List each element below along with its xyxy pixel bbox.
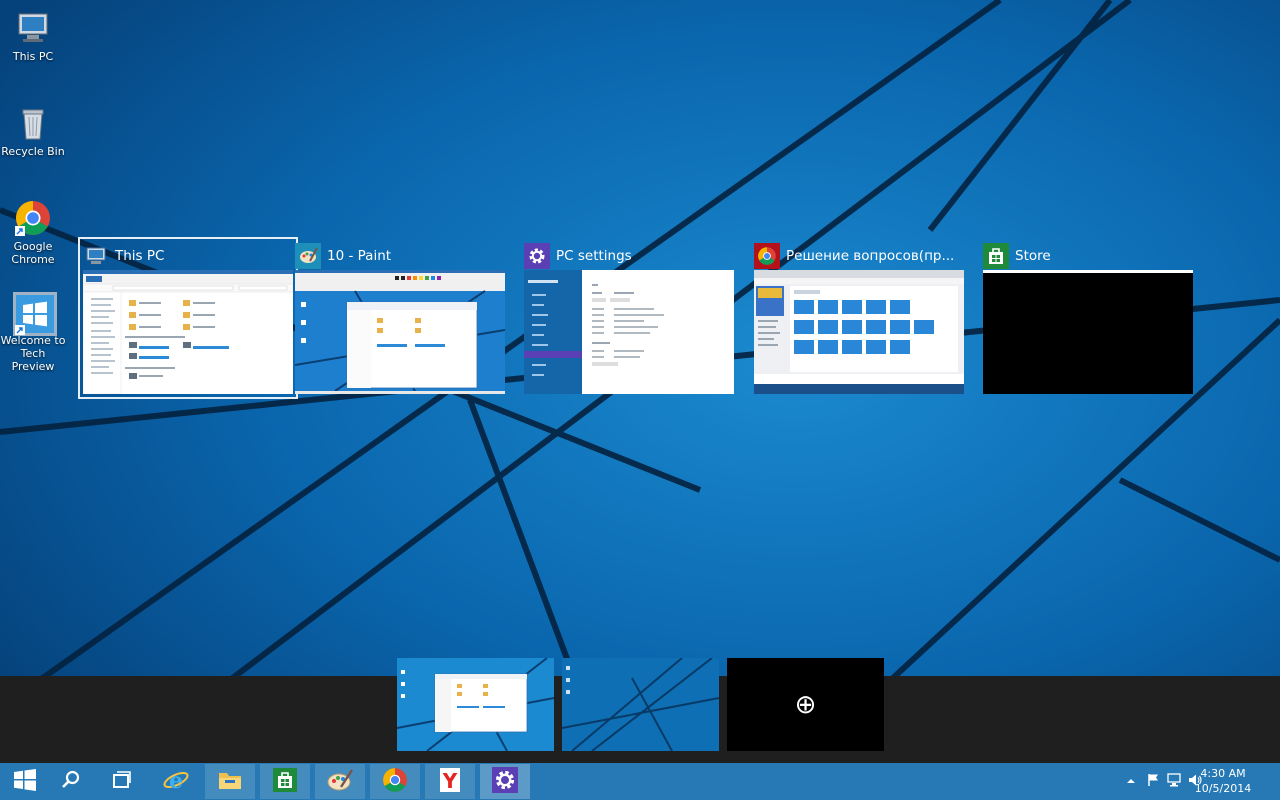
taskbar-internet-explorer[interactable]: e	[151, 764, 201, 799]
window-thumbnail	[524, 270, 734, 394]
taskbar-paint[interactable]	[315, 764, 365, 799]
clock-date: 10/5/2014	[1194, 782, 1252, 795]
plus-icon: ⊕	[794, 689, 817, 720]
start-button[interactable]	[0, 764, 50, 799]
windows-logo-icon	[13, 292, 57, 336]
search-button[interactable]	[46, 764, 96, 799]
taskbar-store[interactable]	[260, 764, 310, 799]
paint-icon	[295, 243, 321, 269]
clock-time: 4:30 AM	[1200, 767, 1246, 780]
desktop-icon-label: Welcome to Tech Preview	[0, 334, 66, 373]
window-thumbnail	[83, 270, 293, 394]
taskbar-file-explorer[interactable]	[205, 764, 255, 799]
task-window-title: Store	[1015, 248, 1051, 264]
search-icon	[60, 769, 82, 795]
virtual-desktop-2[interactable]	[562, 658, 719, 751]
desktop-icon-recycle-bin[interactable]: Recycle Bin	[0, 103, 66, 158]
taskbar-chrome[interactable]	[370, 764, 420, 799]
desktop-icon-label: Google Chrome	[11, 240, 55, 266]
task-window-this-pc[interactable]: This PC	[78, 237, 298, 399]
task-view-button[interactable]	[96, 764, 146, 799]
task-window-title: PC settings	[556, 248, 632, 264]
store-icon	[272, 767, 298, 797]
chrome-icon	[13, 198, 53, 238]
file-explorer-icon	[217, 768, 243, 796]
task-window-header: PC settings	[524, 242, 734, 270]
svg-text:e: e	[169, 768, 183, 794]
task-window-header: Store	[983, 242, 1193, 270]
clock[interactable]: 4:30 AM 10/5/2014	[1188, 766, 1258, 796]
window-thumbnail	[983, 270, 1193, 394]
desktop-icon-label: Recycle Bin	[1, 145, 65, 158]
window-thumbnail	[295, 270, 505, 394]
gear-icon	[491, 766, 519, 798]
task-window-header: This PC	[83, 242, 293, 270]
this-pc-icon	[13, 8, 53, 48]
desktop-icon-label: This PC	[12, 50, 54, 63]
store-icon	[983, 243, 1009, 269]
yandex-icon: Y	[437, 766, 463, 798]
desktop-icon-welcome-tech-preview[interactable]: Welcome to Tech Preview	[0, 292, 66, 373]
this-pc-icon	[83, 243, 109, 269]
action-center-button[interactable]	[1146, 772, 1160, 790]
chrome-icon	[754, 243, 780, 269]
virtual-desktop-1[interactable]	[397, 658, 554, 751]
desktop-icon-this-pc[interactable]: This PC	[0, 8, 66, 63]
task-window-paint[interactable]: 10 - Paint	[295, 242, 505, 394]
start-icon	[13, 768, 37, 796]
network-button[interactable]	[1167, 772, 1181, 790]
task-window-header: 10 - Paint	[295, 242, 505, 270]
paint-icon	[326, 767, 354, 797]
show-hidden-icons-button[interactable]	[1124, 772, 1138, 790]
window-thumbnail	[754, 270, 964, 394]
recycle-bin-icon	[13, 103, 53, 143]
task-window-store[interactable]: Store	[983, 242, 1193, 394]
task-view-icon	[110, 769, 132, 795]
taskbar-pc-settings[interactable]	[480, 764, 530, 799]
chrome-icon	[381, 766, 409, 798]
task-window-title: 10 - Paint	[327, 248, 392, 264]
network-icon	[1167, 772, 1181, 790]
flag-icon	[1147, 773, 1160, 790]
task-window-chrome[interactable]: Решение вопросов(пр...	[754, 242, 964, 394]
taskbar-yandex[interactable]: Y	[425, 764, 475, 799]
svg-text:Y: Y	[442, 769, 458, 793]
task-window-pc-settings[interactable]: PC settings	[524, 242, 734, 394]
internet-explorer-icon: e	[162, 766, 190, 798]
task-window-title: This PC	[115, 248, 165, 264]
chevron-up-icon	[1126, 775, 1136, 788]
add-desktop-button[interactable]: ⊕	[727, 658, 884, 751]
task-window-header: Решение вопросов(пр...	[754, 242, 964, 270]
task-window-title: Решение вопросов(пр...	[786, 248, 955, 264]
desktop-icon-google-chrome[interactable]: Google Chrome	[0, 198, 66, 266]
gear-icon	[524, 243, 550, 269]
